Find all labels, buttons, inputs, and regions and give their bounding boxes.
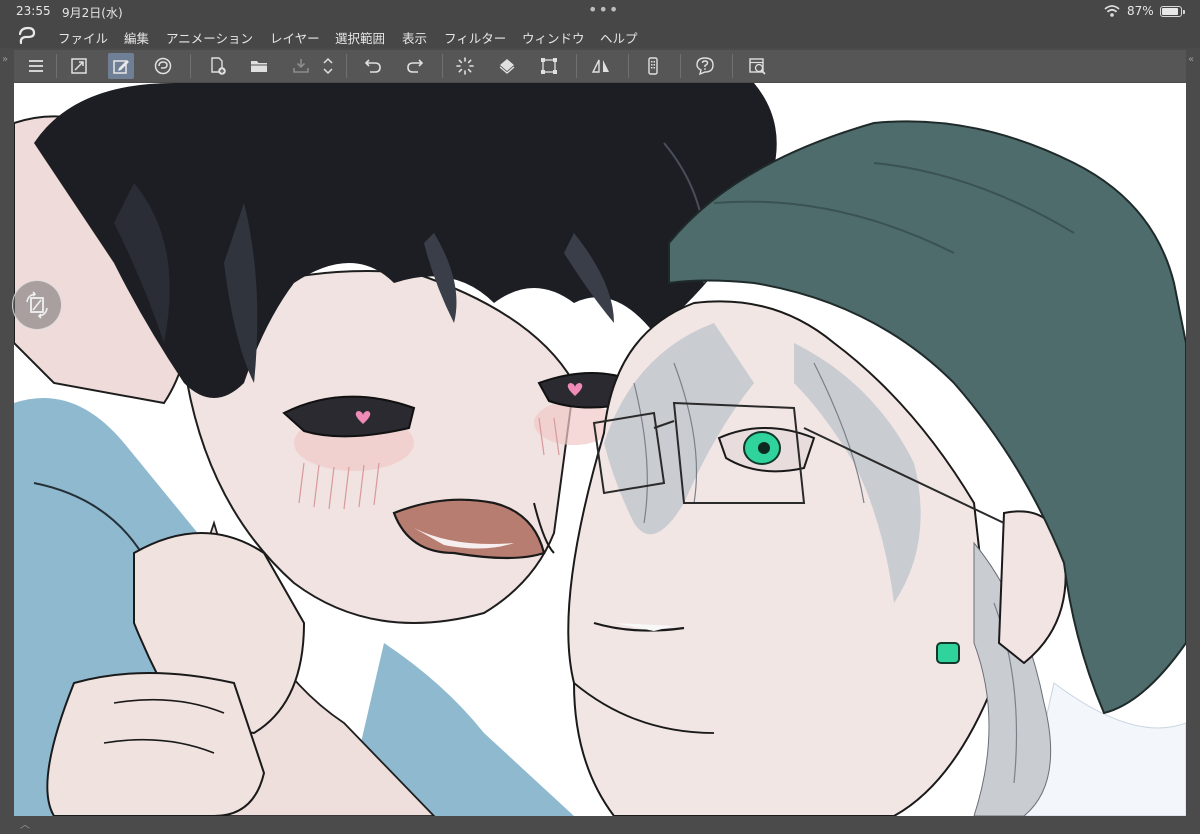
- flip-horizontal-icon[interactable]: [588, 53, 614, 79]
- scroll-arrows-icon[interactable]: [320, 53, 336, 79]
- status-time: 23:55: [16, 4, 51, 18]
- right-panel-toggle-icon[interactable]: «: [1188, 54, 1194, 65]
- fullscreen-icon[interactable]: [66, 53, 92, 79]
- fill-icon[interactable]: [494, 53, 520, 79]
- illustration: [14, 83, 1186, 816]
- loading-icon[interactable]: [452, 53, 478, 79]
- menu-selection[interactable]: 選択範囲: [335, 28, 385, 47]
- menu-help[interactable]: ヘルプ: [600, 28, 638, 47]
- clip-studio-logo-icon[interactable]: [16, 26, 38, 46]
- canvas-settings-icon[interactable]: [744, 53, 770, 79]
- transform-icon[interactable]: [536, 53, 562, 79]
- battery-percent: 87%: [1127, 4, 1154, 18]
- bottom-bar: ︿: [0, 816, 1200, 834]
- command-bar: [14, 50, 1186, 82]
- undo-icon[interactable]: [360, 53, 386, 79]
- menu-edit[interactable]: 編集: [124, 28, 149, 47]
- menu-animation[interactable]: アニメーション: [166, 28, 253, 47]
- menu-file[interactable]: ファイル: [58, 28, 108, 47]
- status-date: 9月2日(水): [62, 6, 123, 20]
- menu-filter[interactable]: フィルター: [444, 28, 506, 47]
- help-icon[interactable]: [692, 53, 718, 79]
- menu-bar: ファイル 編集 アニメーション レイヤー 選択範囲 表示 フィルター ウィンドウ…: [0, 24, 1200, 48]
- menu-view[interactable]: 表示: [402, 28, 427, 47]
- canvas-rotate-icon[interactable]: [12, 280, 62, 330]
- redo-icon[interactable]: [402, 53, 428, 79]
- save-icon[interactable]: [288, 53, 314, 79]
- menu-window[interactable]: ウィンドウ: [522, 28, 585, 47]
- hamburger-menu-icon[interactable]: [23, 53, 49, 79]
- multitasking-dots-icon[interactable]: •••: [588, 0, 619, 19]
- battery-icon: [1160, 6, 1185, 17]
- wifi-icon: [1104, 5, 1120, 17]
- status-bar: 23:55 9月2日(水) ••• 87%: [0, 0, 1200, 24]
- left-panel-toggle-icon[interactable]: »: [2, 54, 8, 65]
- new-file-icon[interactable]: [204, 53, 230, 79]
- bottom-panel-toggle-icon[interactable]: ︿: [20, 816, 30, 831]
- smartphone-icon[interactable]: [640, 53, 666, 79]
- drawing-canvas[interactable]: [14, 83, 1186, 816]
- open-folder-icon[interactable]: [246, 53, 272, 79]
- edit-canvas-icon[interactable]: [108, 53, 134, 79]
- menu-layer[interactable]: レイヤー: [270, 28, 320, 47]
- clip-studio-icon[interactable]: [150, 53, 176, 79]
